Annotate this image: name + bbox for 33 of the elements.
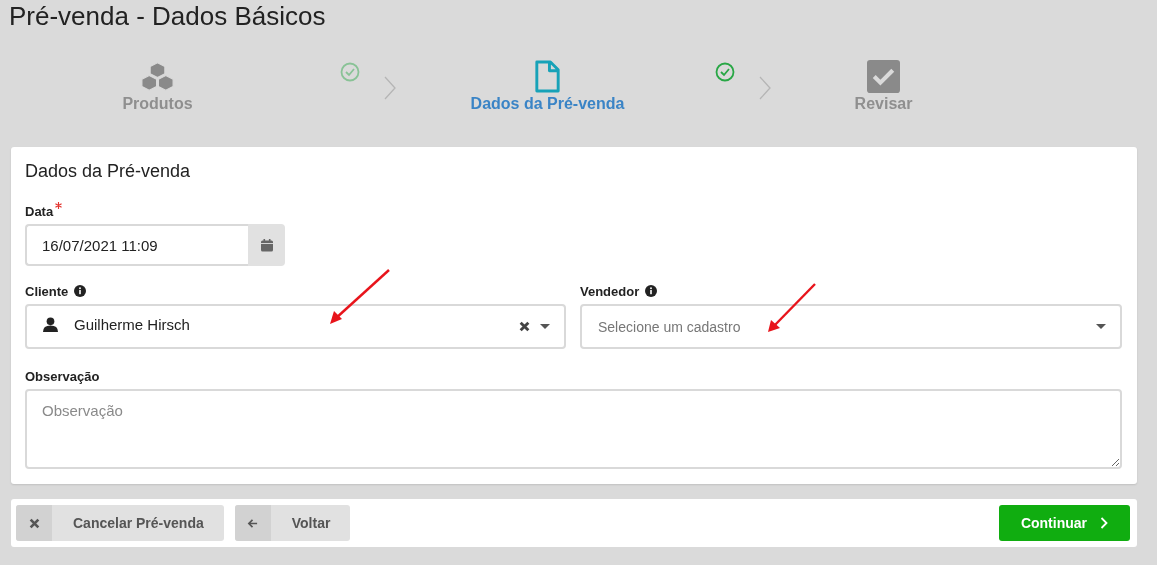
field-label: Vendedor	[580, 283, 640, 299]
info-icon	[74, 285, 87, 297]
select-placeholder: Selecione um cadastro	[598, 318, 742, 335]
chevron-icon	[759, 76, 771, 100]
info-icon	[645, 285, 658, 297]
card-title: Dados da Pré-venda	[25, 160, 192, 183]
calendar-icon	[260, 238, 273, 252]
clear-icon[interactable]	[519, 321, 530, 332]
caret-icon	[1096, 324, 1106, 329]
annotation-arrow	[767, 283, 817, 333]
observation-field[interactable]: Observação	[25, 389, 1122, 469]
checkbox-icon	[867, 60, 900, 93]
client-select[interactable]: Guilherme Hirsch	[25, 304, 566, 349]
field-label: Cliente	[25, 283, 69, 299]
cancel-button[interactable]: Cancelar Pré-venda	[16, 505, 224, 541]
cubes-icon	[141, 60, 174, 93]
close-icon	[28, 517, 40, 529]
chevron-icon	[384, 76, 396, 100]
chevron-right-icon	[1100, 517, 1108, 529]
page-title: Pré-venda - Dados Básicos	[9, 0, 326, 31]
date-field[interactable]: 16/07/2021 11:09	[25, 224, 248, 266]
arrow-left-icon	[247, 517, 259, 529]
calendar-button[interactable]	[248, 224, 285, 266]
user-icon	[43, 317, 58, 332]
annotation-arrow	[329, 269, 391, 325]
back-button[interactable]: Voltar	[234, 505, 351, 541]
caret-icon	[540, 324, 550, 329]
step-tab[interactable]: Dados da Pré-venda	[470, 60, 625, 118]
field-label: Observação	[25, 368, 100, 384]
selected-value: Guilherme Hirsch	[74, 316, 191, 333]
continue-button[interactable]: Continuar	[998, 505, 1130, 541]
seller-select[interactable]: Selecione um cadastro	[580, 304, 1122, 349]
field-label: Data	[25, 203, 54, 219]
